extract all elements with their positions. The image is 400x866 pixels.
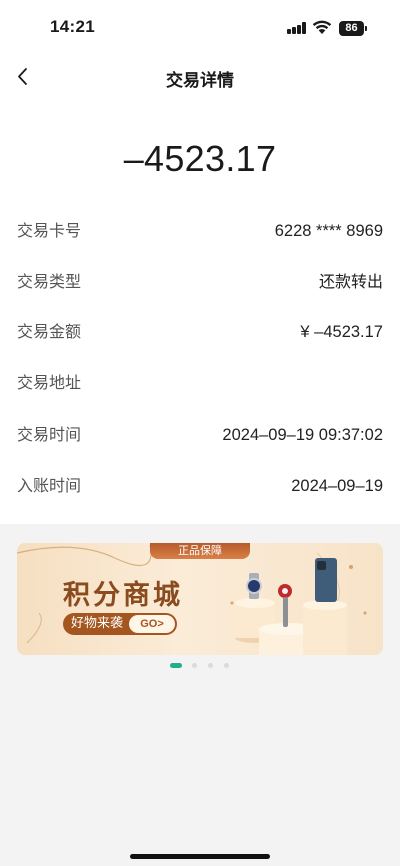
detail-value: 2024–09–19 09:37:02 (222, 426, 383, 444)
carousel-dot[interactable] (224, 663, 229, 668)
nav-bar: 交易详情 (0, 54, 400, 100)
detail-value: 2024–09–19 (291, 477, 383, 495)
detail-row-amount: 交易金额 ¥ –4523.17 (0, 317, 400, 347)
banner-title: 积分商城 (63, 580, 183, 611)
status-time: 14:21 (50, 17, 95, 36)
detail-label: 交易地址 (17, 373, 82, 392)
carousel-dot[interactable] (208, 663, 213, 668)
detail-label: 交易时间 (17, 425, 82, 444)
points-mall-banner[interactable]: 正品保障 积分商城 好物来袭 GO> (17, 543, 383, 655)
home-indicator[interactable] (130, 854, 270, 859)
transaction-amount: –4523.17 (123, 138, 277, 179)
carousel-dot[interactable] (192, 663, 197, 668)
banner-tag: 正品保障 (150, 543, 250, 559)
page-title: 交易详情 (166, 71, 234, 91)
cellular-signal-icon (287, 22, 307, 34)
detail-row-address: 交易地址 (0, 368, 400, 398)
battery-icon: 86 (339, 21, 367, 36)
banner-subtitle: 好物来袭 (71, 616, 124, 631)
detail-label: 交易金额 (17, 322, 82, 341)
detail-label: 交易类型 (17, 272, 82, 291)
detail-label: 入账时间 (17, 476, 82, 495)
transaction-detail-panel: 14:21 86 交易详情 –4523.17 交易卡号 6228 **** 89… (0, 0, 400, 524)
detail-value: 6228 **** 8969 (274, 222, 383, 240)
detail-row-time: 交易时间 2024–09–19 09:37:02 (0, 420, 400, 450)
go-button[interactable]: GO> (129, 615, 175, 633)
status-bar: 14:21 86 (0, 0, 400, 54)
detail-row-posting-time: 入账时间 2024–09–19 (0, 471, 400, 501)
detail-value: ¥ –4523.17 (300, 323, 383, 341)
banner-subtitle-pill: 好物来袭 GO> (63, 613, 177, 635)
detail-value: 还款转出 (318, 272, 383, 291)
detail-row-card-number: 交易卡号 6228 **** 8969 (0, 216, 400, 246)
wifi-icon (312, 20, 332, 34)
detail-label: 交易卡号 (17, 221, 82, 240)
carousel-dot-active[interactable] (170, 663, 182, 668)
detail-row-type: 交易类型 还款转出 (0, 267, 400, 297)
carousel-indicator (170, 663, 240, 669)
